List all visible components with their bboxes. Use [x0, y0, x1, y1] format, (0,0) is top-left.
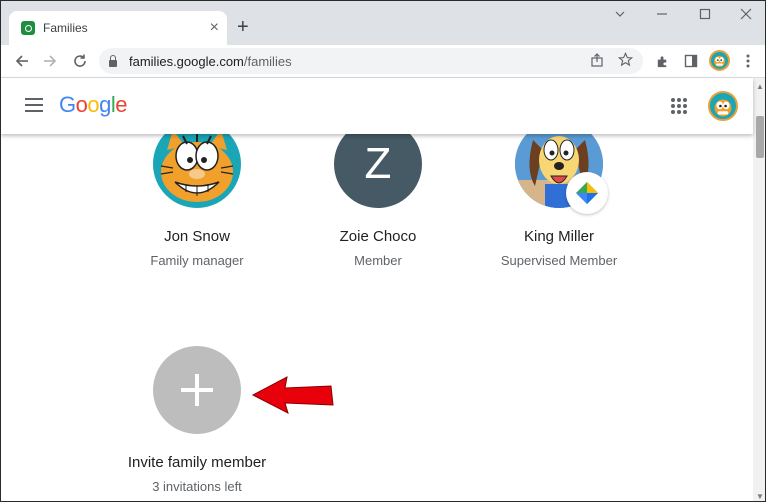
close-window-button[interactable] [739, 7, 753, 24]
account-avatar[interactable] [708, 91, 738, 121]
scrollbar[interactable]: ▲ ▼ [753, 78, 765, 501]
invitations-left: 3 invitations left [152, 479, 242, 494]
scroll-down-arrow-icon[interactable]: ▼ [756, 492, 764, 501]
avatar-initial-letter: Z [364, 139, 392, 188]
main-menu-icon[interactable] [25, 98, 43, 112]
add-member-icon[interactable] [153, 346, 241, 434]
tab-strip: Families × + [1, 1, 765, 45]
menu-icon[interactable] [737, 50, 759, 72]
url-host: families.google.com [129, 53, 244, 69]
logo-letter: e [115, 92, 128, 117]
member-card-jon-snow[interactable]: Jon Snow Family manager [107, 120, 287, 268]
url-path: /families [243, 53, 292, 69]
maximize-button[interactable] [698, 7, 712, 24]
member-name: King Miller [523, 228, 595, 245]
logo-letter: G [59, 92, 76, 117]
browser-toolbar: families.google.com/families [1, 45, 765, 78]
scroll-up-arrow-icon[interactable]: ▲ [756, 82, 764, 91]
share-icon[interactable] [590, 52, 604, 70]
side-panel-icon[interactable] [680, 50, 702, 72]
member-card-zoie-choco[interactable]: Z Zoie Choco Member [288, 120, 468, 268]
back-icon[interactable] [11, 50, 33, 72]
new-tab-button[interactable]: + [237, 17, 249, 37]
member-name: Jon Snow [164, 228, 230, 245]
minimize-button[interactable] [613, 7, 627, 24]
google-apps-icon[interactable] [671, 98, 687, 114]
browser-tab[interactable]: Families × [9, 11, 227, 45]
lock-icon[interactable] [109, 54, 117, 67]
invite-family-member-button[interactable]: Invite family member 3 invitations left [107, 346, 287, 494]
url-text: families.google.com/families [129, 54, 576, 69]
close-tab-icon[interactable]: × [210, 20, 219, 36]
logo-letter: g [99, 92, 111, 117]
extensions-icon[interactable] [651, 50, 673, 72]
logo-letter: o [75, 92, 88, 117]
profile-avatar[interactable] [709, 50, 730, 71]
member-name: Zoie Choco [339, 228, 417, 245]
logo-letter: o [87, 92, 100, 117]
red-arrow-annotation [251, 375, 335, 420]
member-role: Member [354, 253, 402, 268]
scrollbar-thumb[interactable] [756, 116, 764, 158]
google-families-icon [21, 21, 35, 35]
reload-icon[interactable] [69, 50, 91, 72]
star-icon[interactable] [617, 52, 634, 70]
family-link-icon [566, 172, 608, 214]
address-bar[interactable]: families.google.com/families [99, 48, 643, 74]
families-content: Jon Snow Family manager Z Zoie Choco Mem… [1, 78, 753, 501]
google-logo[interactable]: Google [59, 92, 128, 118]
forward-icon[interactable] [39, 50, 61, 72]
tab-title: Families [43, 21, 88, 35]
member-role: Family manager [150, 253, 244, 268]
app-header: Google [1, 78, 753, 134]
invite-label: Invite family member [127, 454, 267, 471]
member-role: Supervised Member [500, 253, 618, 268]
minimize-window-button[interactable] [655, 7, 669, 24]
browser-window: Families × + families.google.com/familie… [0, 0, 766, 502]
member-card-king-miller[interactable]: King Miller Supervised Member [469, 120, 649, 268]
